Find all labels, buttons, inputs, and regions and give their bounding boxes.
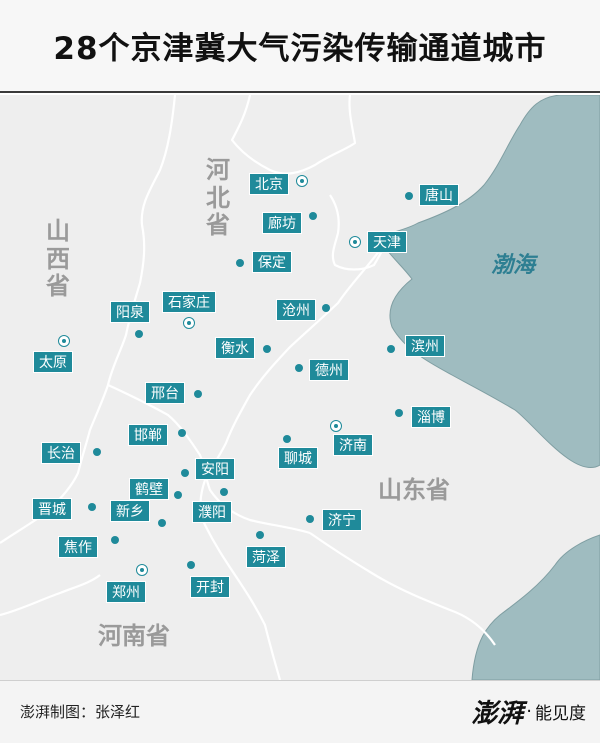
brand-logo: 澎湃 · 能见度 xyxy=(471,693,586,730)
city-label-changzhi: 长治 xyxy=(41,442,81,464)
city-marker-handan xyxy=(178,429,186,437)
city-marker-jining xyxy=(306,515,314,523)
footer: 澎湃制图：张泽红 澎湃 · 能见度 xyxy=(0,680,600,743)
city-marker-changzhi xyxy=(93,448,101,456)
city-marker-jincheng xyxy=(88,503,96,511)
city-label-binzhou: 滨州 xyxy=(405,335,445,357)
map-area: 河北省山西省山东省河南省 渤海 北京唐山廊坊天津保定石家庄 阳泉 沧州太原 衡水 滨州德… xyxy=(0,95,600,680)
city-label-hebi: 鹤壁 xyxy=(129,478,169,500)
city-marker-dezhou xyxy=(295,364,303,372)
city-marker-heze xyxy=(256,531,264,539)
city-marker-puyang xyxy=(220,488,228,496)
city-label-shijiazhuang: 石家庄 xyxy=(162,291,216,313)
city-label-heze: 菏泽 xyxy=(246,546,286,568)
city-marker-beijing xyxy=(296,175,308,187)
city-marker-hebi xyxy=(174,491,182,499)
city-marker-jinan xyxy=(330,420,342,432)
city-label-anyang: 安阳 xyxy=(195,458,235,480)
city-label-beijing: 北京 xyxy=(249,173,289,195)
region-label-henan: 河南省 xyxy=(98,622,170,650)
city-marker-taiyuan xyxy=(58,335,70,347)
city-label-tangshan: 唐山 xyxy=(419,184,459,206)
city-label-yangquan: 阳泉 xyxy=(110,301,150,323)
city-marker-jiaozuo xyxy=(111,536,119,544)
city-label-zibo: 淄博 xyxy=(411,406,451,428)
city-label-handan: 邯郸 xyxy=(128,424,168,446)
city-label-cangzhou: 沧州 xyxy=(276,299,316,321)
city-label-tianjin: 天津 xyxy=(367,231,407,253)
city-marker-binzhou xyxy=(387,345,395,353)
city-label-hengshui: 衡水 xyxy=(215,337,255,359)
bohai-sea-label: 渤海 xyxy=(491,253,536,278)
city-label-jincheng: 晋城 xyxy=(32,498,72,520)
city-label-zhengzhou: 郑州 xyxy=(106,581,146,603)
city-marker-xingtai xyxy=(194,390,202,398)
city-label-dezhou: 德州 xyxy=(309,359,349,381)
city-label-jining: 济宁 xyxy=(322,509,362,531)
region-label-hebei: 河北省 xyxy=(206,156,230,240)
city-label-puyang: 濮阳 xyxy=(192,501,232,523)
city-label-kaifeng: 开封 xyxy=(190,576,230,598)
city-marker-zhengzhou xyxy=(136,564,148,576)
city-marker-tianjin xyxy=(349,236,361,248)
title-bar: 28个京津冀大气污染传输通道城市 xyxy=(0,0,600,93)
city-marker-cangzhou xyxy=(322,304,330,312)
city-marker-kaifeng xyxy=(187,561,195,569)
city-label-baoding: 保定 xyxy=(252,251,292,273)
city-label-xinxiang: 新乡 xyxy=(110,500,150,522)
page-title: 28个京津冀大气污染传输通道城市 xyxy=(53,31,547,67)
city-marker-tangshan xyxy=(405,192,413,200)
city-marker-yangquan xyxy=(135,330,143,338)
city-marker-baoding xyxy=(236,259,244,267)
logo-separator: · xyxy=(526,701,532,722)
city-marker-langfang xyxy=(309,212,317,220)
logo-main-text: 澎湃 xyxy=(471,699,524,729)
city-marker-shijiazhuang xyxy=(183,317,195,329)
city-label-jinan: 济南 xyxy=(333,434,373,456)
logo-sub-text: 能见度 xyxy=(535,704,586,724)
city-label-liaocheng: 聊城 xyxy=(278,447,318,469)
city-marker-hengshui xyxy=(263,345,271,353)
city-marker-liaocheng xyxy=(283,435,291,443)
city-label-taiyuan: 太原 xyxy=(33,351,73,373)
city-marker-xinxiang xyxy=(158,519,166,527)
city-label-xingtai: 邢台 xyxy=(145,382,185,404)
city-label-jiaozuo: 焦作 xyxy=(58,536,98,558)
city-marker-anyang xyxy=(181,469,189,477)
city-marker-zibo xyxy=(395,409,403,417)
map-credit: 澎湃制图：张泽红 xyxy=(20,703,141,721)
city-label-langfang: 廊坊 xyxy=(262,212,302,234)
region-label-shanxi: 山西省 xyxy=(46,217,70,301)
region-label-shandong: 山东省 xyxy=(378,476,450,504)
